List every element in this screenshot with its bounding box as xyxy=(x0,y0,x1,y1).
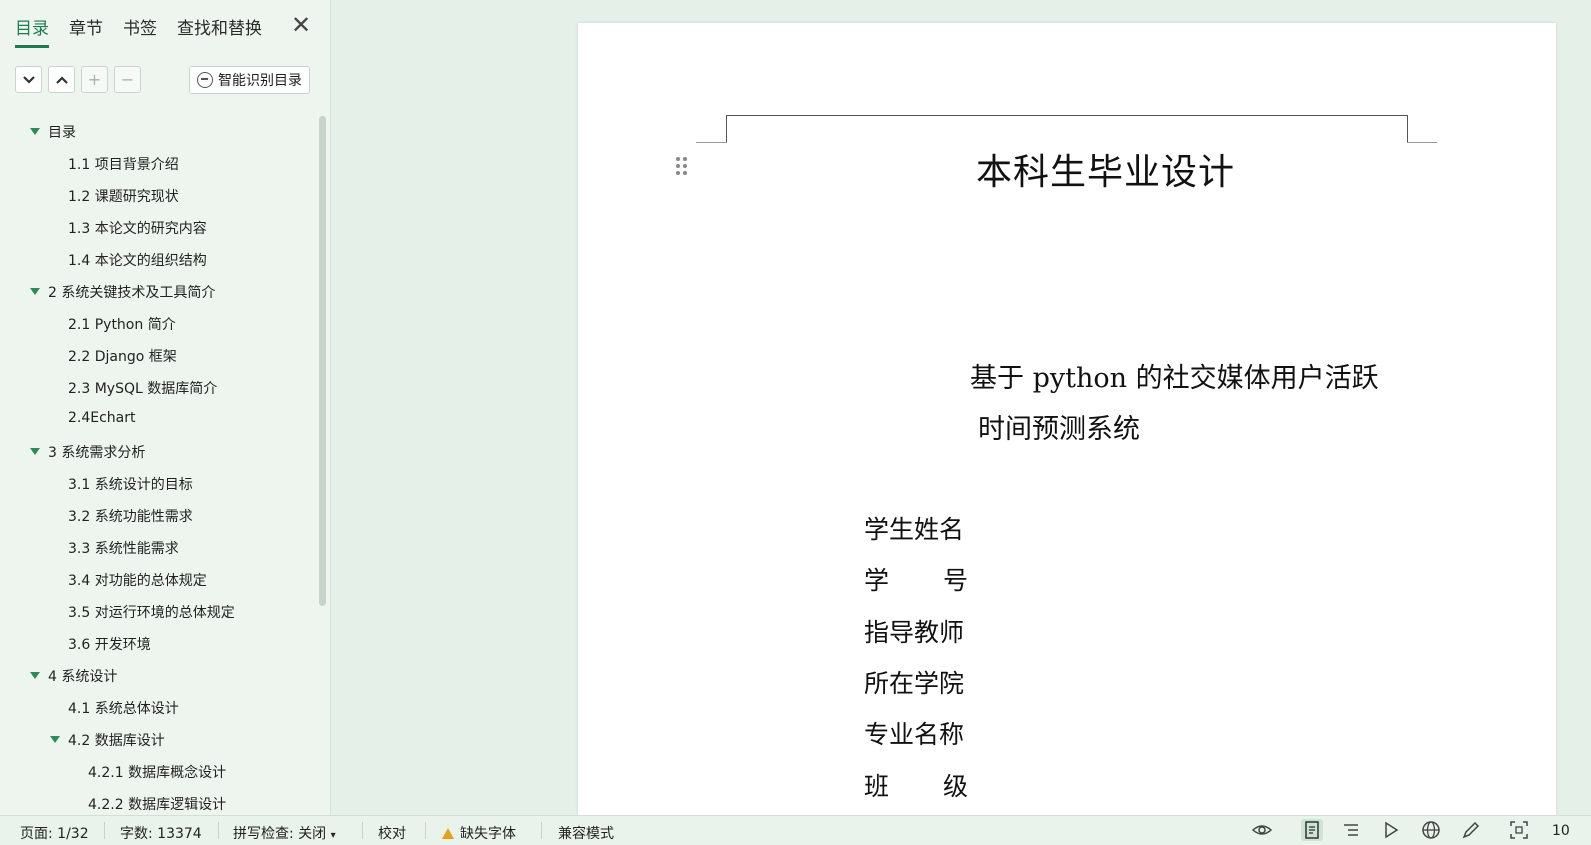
header-border xyxy=(726,115,1408,116)
smart-toc-label: 智能识别目录 xyxy=(218,73,302,89)
tab-toc[interactable]: 目录 xyxy=(15,14,49,48)
toc-toolbar: + − xyxy=(15,66,141,93)
plus-icon[interactable]: + xyxy=(81,66,108,93)
chevron-down-icon: ▾ xyxy=(330,830,336,841)
outline-view-icon[interactable] xyxy=(1340,819,1362,841)
page-indicator[interactable]: 页面: 1/32 xyxy=(20,823,89,843)
toc-item[interactable]: 3.6 开发环境 xyxy=(68,634,151,654)
toc-scrollbar[interactable] xyxy=(319,116,326,606)
eye-icon[interactable] xyxy=(1251,819,1273,841)
compat-mode-label: 兼容模式 xyxy=(558,826,614,842)
pen-icon[interactable] xyxy=(1460,819,1482,841)
toc-item[interactable]: 2.4Echart xyxy=(68,410,136,426)
play-icon[interactable] xyxy=(1380,819,1402,841)
missing-font-button[interactable]: 缺失字体 xyxy=(442,823,516,843)
web-view-icon[interactable] xyxy=(1420,819,1442,841)
smart-toc-button[interactable]: 智能识别目录 xyxy=(189,66,310,94)
nav-tabs: 目录 章节 书签 查找和替换 xyxy=(15,14,262,48)
warning-icon xyxy=(442,828,454,839)
chevron-down-icon[interactable] xyxy=(15,66,42,93)
toc-item[interactable]: 3.2 系统功能性需求 xyxy=(68,506,193,526)
document-subtitle: 基于 python 的社交媒体用户活跃 时间预测系统 xyxy=(970,363,1379,445)
toc-item[interactable]: 3.3 系统性能需求 xyxy=(68,538,179,558)
toc-item[interactable]: 2 系统关键技术及工具简介 xyxy=(30,282,215,302)
toc-item[interactable]: 1.4 本论文的组织结构 xyxy=(68,250,207,270)
caret-down-icon[interactable] xyxy=(30,128,40,135)
field-student-id: 学号 xyxy=(864,566,968,595)
caret-down-icon[interactable] xyxy=(30,448,40,455)
tab-find-replace[interactable]: 查找和替换 xyxy=(177,14,262,48)
caret-down-icon[interactable] xyxy=(30,288,40,295)
toc-item[interactable]: 1.1 项目背景介绍 xyxy=(68,154,179,174)
page-view-icon[interactable] xyxy=(1301,819,1323,841)
toc-item[interactable]: 1.3 本论文的研究内容 xyxy=(68,218,207,238)
fit-screen-icon[interactable] xyxy=(1508,819,1530,841)
toc-item[interactable]: 3.5 对运行环境的总体规定 xyxy=(68,602,235,622)
field-advisor: 指导教师 xyxy=(864,618,965,647)
toc-item[interactable]: 4.2.2 数据库逻辑设计 xyxy=(88,794,226,814)
toc-list: 目录 1.1 项目背景介绍 1.2 课题研究现状 1.3 本论文的研究内容 1.… xyxy=(0,114,315,814)
toc-item[interactable]: 目录 xyxy=(30,122,76,142)
drag-handle-icon[interactable] xyxy=(676,157,688,177)
close-icon[interactable]: ✕ xyxy=(291,13,311,37)
document-page[interactable]: 本科生毕业设计 基于 python 的社交媒体用户活跃 时间预测系统 学生姓名 … xyxy=(578,23,1556,815)
smart-recognize-icon xyxy=(197,72,213,88)
toc-item[interactable]: 3.4 对功能的总体规定 xyxy=(68,570,207,590)
toc-item[interactable]: 1.2 课题研究现状 xyxy=(68,186,179,206)
chevron-up-icon[interactable] xyxy=(48,66,75,93)
minus-icon[interactable]: − xyxy=(114,66,141,93)
zoom-level[interactable]: 10 xyxy=(1552,823,1570,839)
navigation-pane: 目录 章节 书签 查找和替换 ✕ + − 智能识别目录 目录 1.1 项目背景介… xyxy=(0,0,331,815)
toc-item[interactable]: 4.1 系统总体设计 xyxy=(68,698,179,718)
toc-item[interactable]: 3.1 系统设计的目标 xyxy=(68,474,193,494)
field-student-name: 学生姓名 xyxy=(864,515,965,544)
toc-item[interactable]: 4.2.1 数据库概念设计 xyxy=(88,762,226,782)
spell-check-toggle[interactable]: 拼写检查: 关闭 ▾ xyxy=(233,823,336,843)
status-bar: 页面: 1/32 字数: 13374 拼写检查: 关闭 ▾ 校对 缺失字体 兼容… xyxy=(0,815,1591,845)
caret-down-icon[interactable] xyxy=(30,672,40,679)
field-major: 专业名称 xyxy=(864,720,965,749)
toc-item[interactable]: 3 系统需求分析 xyxy=(30,442,145,462)
margin-guide-right xyxy=(1407,142,1437,143)
field-college: 所在学院 xyxy=(864,669,965,698)
margin-guide-left xyxy=(696,142,727,143)
toc-item[interactable]: 2.3 MySQL 数据库简介 xyxy=(68,378,217,398)
proofread-button[interactable]: 校对 xyxy=(378,823,406,843)
toc-item[interactable]: 2.2 Django 框架 xyxy=(68,346,177,366)
header-corner-right xyxy=(1407,115,1408,142)
toc-item[interactable]: 4.2 数据库设计 xyxy=(50,730,165,750)
toc-item[interactable]: 4 系统设计 xyxy=(30,666,117,686)
word-count[interactable]: 字数: 13374 xyxy=(120,823,202,843)
tab-chapters[interactable]: 章节 xyxy=(69,14,103,48)
field-class: 班级 xyxy=(864,772,968,801)
toc-item[interactable]: 2.1 Python 简介 xyxy=(68,314,176,334)
caret-down-icon[interactable] xyxy=(50,736,60,743)
document-title: 本科生毕业设计 xyxy=(976,152,1236,193)
header-corner-left xyxy=(726,115,727,142)
tab-bookmarks[interactable]: 书签 xyxy=(123,14,157,48)
